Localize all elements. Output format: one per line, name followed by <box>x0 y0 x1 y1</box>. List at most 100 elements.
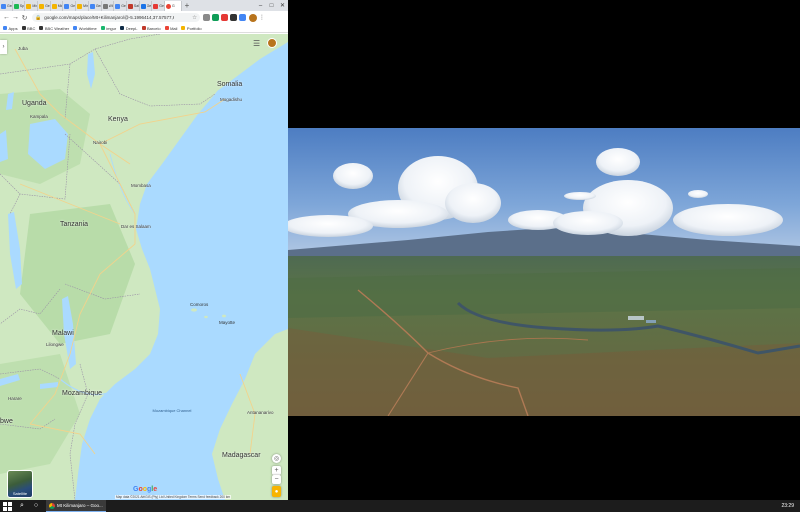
browser-window: Geo Spo Min Gen Min Geo Min Geo Wiki Geo Salt Geo Ge… <box>0 0 288 500</box>
satellite-layer-toggle[interactable]: Satellite <box>7 470 33 498</box>
task-view-icon[interactable]: ○ <box>32 502 40 510</box>
bookmark-item[interactable]: BBC <box>21 26 35 31</box>
profile-avatar[interactable] <box>249 13 257 22</box>
bookmark-item[interactable]: DeepL <box>120 25 138 31</box>
city-label-nairobi[interactable]: Nairobi <box>93 140 107 145</box>
city-label-mogadishu[interactable]: Mogadishu <box>220 97 242 102</box>
chrome-icon <box>49 502 55 509</box>
taskbar-chrome-app[interactable]: Mt Kilimanjaro – Goo... <box>46 500 106 512</box>
city-label-dar-es-salaam[interactable]: Dar es Salaam <box>121 224 151 229</box>
browser-tab[interactable]: Geo <box>114 1 127 11</box>
city-label-mombasa[interactable]: Mombasa <box>131 183 151 188</box>
browser-tab-active[interactable]: G <box>164 1 182 11</box>
bookmark-favicon-icon <box>120 26 125 30</box>
country-label-uganda[interactable]: Uganda <box>22 100 47 107</box>
browser-tab[interactable]: Geo <box>89 1 102 11</box>
city-label-harare[interactable]: Harare <box>8 396 22 401</box>
country-label-madagascar[interactable]: Madagascar <box>222 452 261 459</box>
bookmark-item[interactable]: Barcelo <box>141 25 161 31</box>
map-attribution[interactable]: Map data ©2021 AfriGIS (Pty) Ltd United … <box>115 495 232 499</box>
city-label-lilongwe[interactable]: Lilongwe <box>46 342 64 347</box>
tab-title: Geo <box>121 4 126 8</box>
tab-title: Geo <box>159 4 164 8</box>
browser-menu-icon[interactable]: ⋮ <box>259 14 265 21</box>
tab-title: Min <box>83 4 88 8</box>
my-location-icon[interactable]: ◎ <box>272 454 281 463</box>
bookmark-item[interactable]: Worldtime <box>73 26 97 31</box>
system-clock[interactable]: 23:29 <box>781 503 794 509</box>
browser-tab[interactable]: Geo <box>140 1 153 11</box>
browser-tab[interactable]: Geo <box>0 1 13 11</box>
puzzle-icon[interactable] <box>230 14 237 21</box>
country-label-tanzania[interactable]: Tanzania <box>60 221 88 228</box>
bookmark-label: Barcelo <box>147 25 161 31</box>
windows-start-icon[interactable] <box>3 501 12 511</box>
desktop: Geo Spo Min Gen Min Geo Min Geo Wiki Geo Salt Geo Ge… <box>0 0 800 512</box>
browser-tab[interactable]: Gen <box>38 1 51 11</box>
maps-pin-icon <box>165 3 171 9</box>
window-controls: – □ ✕ <box>255 1 288 11</box>
hamburger-menu-icon[interactable]: ☰ <box>253 39 260 48</box>
country-label-zimbabwe[interactable]: bwe <box>0 418 13 425</box>
country-label-somalia[interactable]: Somalia <box>217 81 242 88</box>
new-tab-button[interactable]: + <box>182 1 192 11</box>
tab-favicon-icon <box>115 3 121 9</box>
browser-tab[interactable]: Salt <box>127 1 140 11</box>
url-text[interactable]: google.com/maps/place/Mt+Kilimanjaro/@-5… <box>44 15 174 20</box>
extension-icon[interactable] <box>221 14 228 21</box>
tab-title: Geo <box>146 4 152 8</box>
bookmark-item[interactable]: Apps <box>3 26 18 31</box>
city-label-juba[interactable]: Juba <box>18 46 28 51</box>
extension-icon[interactable] <box>212 14 219 21</box>
country-label-malawi[interactable]: Malawi <box>52 330 74 337</box>
forward-icon[interactable]: → <box>11 14 20 21</box>
tab-title: Min <box>32 4 37 8</box>
account-avatar[interactable] <box>267 38 277 48</box>
tab-favicon-icon <box>26 3 32 9</box>
island-label-mayotte[interactable]: Mayotte <box>219 320 235 325</box>
address-bar[interactable]: 🔒 google.com/maps/place/Mt+Kilimanjaro/@… <box>32 13 200 22</box>
reload-icon[interactable]: ↻ <box>20 14 29 22</box>
close-icon[interactable]: ✕ <box>277 1 288 11</box>
island-label-comoros[interactable]: Comoros <box>190 302 208 307</box>
city-label-antananarivo[interactable]: Antananarivo <box>247 410 274 415</box>
zoom-in-button[interactable]: + <box>272 466 281 475</box>
maximize-icon[interactable]: □ <box>266 1 277 11</box>
browser-tab[interactable]: Wiki <box>102 1 115 11</box>
bookmark-favicon-icon <box>73 26 78 30</box>
country-label-kenya[interactable]: Kenya <box>108 116 128 123</box>
tab-favicon-icon <box>1 3 6 9</box>
back-icon[interactable]: ← <box>2 14 11 21</box>
zoom-out-button[interactable]: − <box>272 475 281 484</box>
tab-title: Geo <box>7 4 12 8</box>
bookmark-item[interactable]: Mail <box>164 26 177 31</box>
pegman-icon[interactable]: ● <box>272 486 281 497</box>
browser-tab[interactable]: Spo <box>13 1 26 11</box>
minimize-icon[interactable]: – <box>255 1 266 11</box>
browser-tab[interactable]: Min <box>25 1 39 11</box>
bookmark-favicon-icon <box>39 26 44 30</box>
tab-title: Spo <box>19 4 25 8</box>
bookmark-item[interactable]: BBC Weather <box>39 26 69 31</box>
bookmark-label: DeepL <box>125 25 138 31</box>
bookmark-label: Apps <box>8 25 18 31</box>
google-map[interactable]: Juba Uganda Kampala Kenya Somalia Mogadi… <box>0 34 288 500</box>
bookmark-favicon-icon <box>100 26 105 30</box>
collapse-side-panel-button[interactable]: › <box>0 40 7 54</box>
tab-title: Geo <box>70 4 76 8</box>
tab-favicon-icon <box>127 3 133 9</box>
extension-icon[interactable] <box>239 14 246 21</box>
city-label-kampala[interactable]: Kampala <box>30 114 48 119</box>
bookmark-item[interactable]: imgur <box>100 26 116 31</box>
browser-tab[interactable]: Min <box>51 1 64 11</box>
browser-tab[interactable]: Geo <box>152 1 165 11</box>
tab-favicon-icon <box>64 3 70 9</box>
search-icon[interactable]: ⌕ <box>18 502 26 510</box>
country-label-mozambique[interactable]: Mozambique <box>62 390 102 397</box>
bookmark-item[interactable]: Portfolio <box>181 26 202 31</box>
extension-icon[interactable] <box>203 14 210 21</box>
browser-tab[interactable]: Geo <box>63 1 77 11</box>
tab-favicon-icon <box>140 3 146 9</box>
browser-tab[interactable]: Min <box>76 1 89 11</box>
bookmark-star-icon[interactable]: ☆ <box>192 15 197 21</box>
